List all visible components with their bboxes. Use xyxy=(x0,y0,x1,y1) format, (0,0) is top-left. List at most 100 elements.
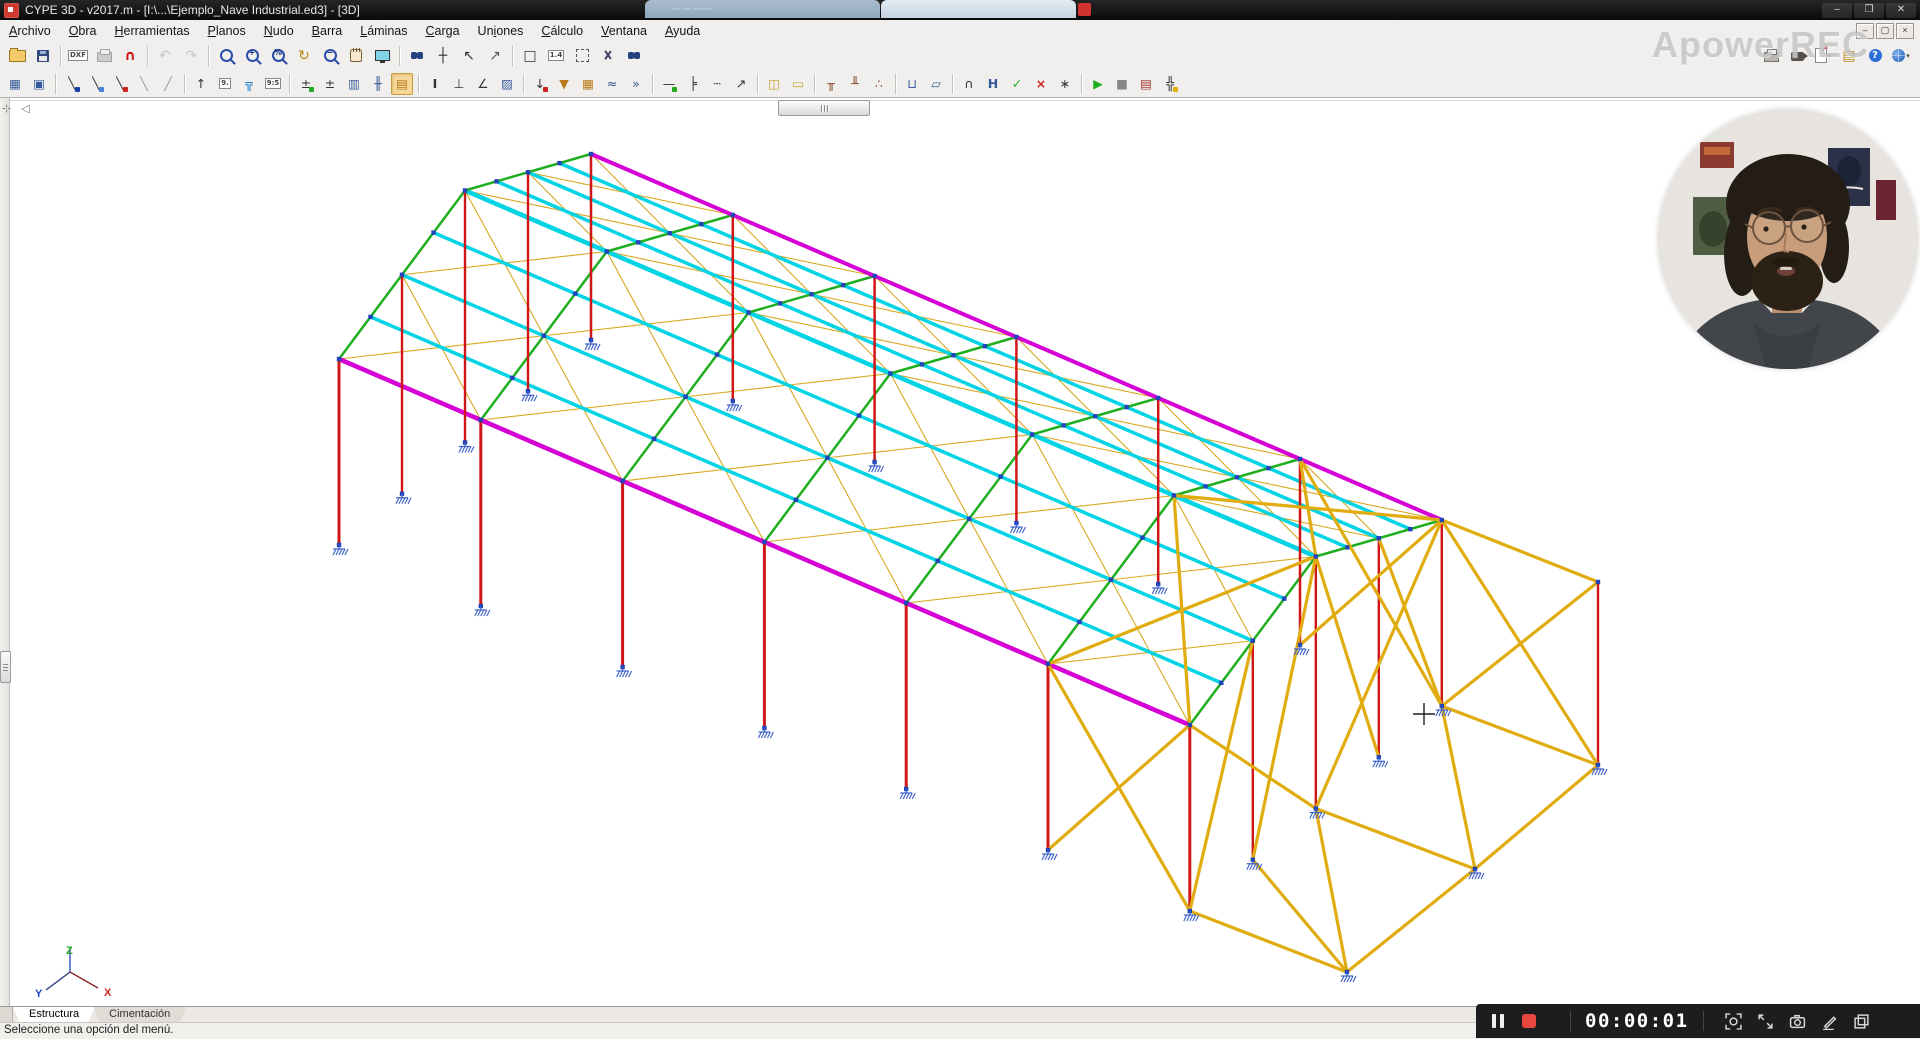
foundation-icon[interactable]: ⊔ xyxy=(901,73,923,95)
new-bar-icon[interactable]: ╲ xyxy=(61,73,83,95)
restore-button[interactable]: ❒ xyxy=(1854,3,1884,18)
panel-grid-icon[interactable]: ▥ xyxy=(343,73,365,95)
ortho-window-icon[interactable]: □ xyxy=(518,44,542,68)
describe-profile-icon[interactable]: I xyxy=(424,73,446,95)
menu-calculo[interactable]: Cálculo xyxy=(532,21,592,41)
app-icon xyxy=(4,3,19,18)
tab-estructura[interactable]: Estructura xyxy=(13,1007,95,1023)
load-line-icon[interactable]: ▼ xyxy=(553,73,575,95)
union-base-icon[interactable]: ╨ xyxy=(844,73,866,95)
zoom-window-icon[interactable] xyxy=(214,44,238,68)
menu-nudo[interactable]: Nudo xyxy=(255,21,303,41)
material-icon[interactable]: ▨ xyxy=(496,73,518,95)
stop-gray-icon[interactable]: ■ xyxy=(1111,73,1133,95)
top-view-icon[interactable]: ▦ xyxy=(4,73,26,95)
menu-laminas[interactable]: Láminas xyxy=(351,21,416,41)
cut-scissors-icon[interactable] xyxy=(596,44,620,68)
load-point-icon[interactable]: ↓ xyxy=(529,73,551,95)
full-screen-icon[interactable] xyxy=(370,44,394,68)
tab-cimentacion[interactable]: Cimentación xyxy=(93,1007,186,1023)
join-bar-icon[interactable]: ╱ xyxy=(157,73,179,95)
buckling-icon[interactable]: ╫ xyxy=(367,73,389,95)
check-ok-icon[interactable]: ✓ xyxy=(1006,73,1028,95)
local-axes-icon[interactable]: ↗ xyxy=(730,73,752,95)
selection-box-icon[interactable] xyxy=(570,44,594,68)
back-arrow-icon[interactable]: ◁ xyxy=(21,102,29,115)
node-ratio-icon[interactable]: 9:5 xyxy=(262,73,284,95)
h-profile-icon[interactable]: H xyxy=(982,73,1004,95)
mdi-close-button[interactable]: × xyxy=(1896,23,1914,39)
stop-button[interactable] xyxy=(1522,1014,1536,1028)
web-globe-icon[interactable]: ▾ xyxy=(1889,44,1913,68)
menu-herramientas[interactable]: Herramientas xyxy=(106,21,199,41)
move-view-icon[interactable]: ┼ xyxy=(431,44,455,68)
load-surface-icon[interactable]: ▦ xyxy=(577,73,599,95)
find-binoculars-icon[interactable] xyxy=(405,44,429,68)
menu-carga[interactable]: Carga xyxy=(416,21,468,41)
rotate-profile-icon[interactable]: ∠ xyxy=(472,73,494,95)
menu-uniones[interactable]: Uniones xyxy=(469,21,533,41)
svg-text:X: X xyxy=(104,987,112,999)
node-bind-icon[interactable]: ╦ xyxy=(238,73,260,95)
zoom-out-icon[interactable]: − xyxy=(318,44,342,68)
menu-planos[interactable]: Planos xyxy=(199,21,255,41)
red-magnet-icon[interactable]: ∩ xyxy=(118,44,142,68)
dimensions-icon[interactable]: 1.4 xyxy=(544,44,568,68)
report-sheet-icon[interactable]: ▤ xyxy=(1135,73,1157,95)
screenshot-camera-icon[interactable] xyxy=(1787,1010,1809,1032)
pan-hand-icon[interactable] xyxy=(344,44,368,68)
options-star-icon[interactable]: ∗ xyxy=(1054,73,1076,95)
undo-icon[interactable]: ↶ xyxy=(153,44,177,68)
fix-exterior-icon[interactable]: ± xyxy=(319,73,341,95)
calculate-x-icon[interactable]: × xyxy=(1030,73,1052,95)
load-strip-icon[interactable]: ≈ xyxy=(601,73,623,95)
hinge-icon[interactable]: — xyxy=(658,73,680,95)
arc-tool-icon[interactable]: ∩ xyxy=(958,73,980,95)
menu-obra[interactable]: Obra xyxy=(60,21,106,41)
union-top-icon[interactable]: ╥ xyxy=(820,73,842,95)
structure-3d-wireframe[interactable] xyxy=(0,97,1920,1006)
stiffener-icon[interactable]: ╞ xyxy=(682,73,704,95)
base-plates-icon[interactable]: ▱ xyxy=(925,73,947,95)
print-icon[interactable] xyxy=(92,44,116,68)
mdi-restore-button[interactable]: ▢ xyxy=(1876,23,1894,39)
zoom-extents-icon[interactable]: + xyxy=(240,44,264,68)
describe-disposition-icon[interactable]: ▤ xyxy=(391,73,413,95)
layers-window-icon[interactable]: ▣ xyxy=(28,73,50,95)
measure-line-icon[interactable]: ↗ xyxy=(483,44,507,68)
close-button[interactable]: ✕ xyxy=(1886,3,1916,18)
select-cursor-icon[interactable]: ↖ xyxy=(457,44,481,68)
union-bolts-icon[interactable]: ∴ xyxy=(868,73,890,95)
delete-bar-icon[interactable]: ╲ xyxy=(109,73,131,95)
menu-barra[interactable]: Barra xyxy=(303,21,352,41)
annotate-pen-icon[interactable] xyxy=(1819,1010,1841,1032)
menu-archivo[interactable]: Archivo xyxy=(0,21,60,41)
menu-ventana[interactable]: Ventana xyxy=(592,21,656,41)
minimize-button[interactable]: – xyxy=(1822,3,1852,18)
model-viewport[interactable]: ⊹ ◁ ZYX xyxy=(0,97,1920,1006)
pin-node-icon[interactable]: ↑ xyxy=(190,73,212,95)
color-grid-icon[interactable]: ╬ xyxy=(1159,73,1181,95)
search-binoculars-icon[interactable] xyxy=(622,44,646,68)
menu-ayuda[interactable]: Ayuda xyxy=(656,21,709,41)
zoom-percent-icon[interactable]: % xyxy=(266,44,290,68)
new-bar-node-icon[interactable]: ╲ xyxy=(85,73,107,95)
save-file-icon[interactable] xyxy=(31,44,55,68)
profile-base-icon[interactable]: ⊥ xyxy=(448,73,470,95)
import-dxf-icon[interactable]: DXF xyxy=(66,44,90,68)
load-mobile-icon[interactable]: » xyxy=(625,73,647,95)
divide-bar-icon[interactable]: ╲ xyxy=(133,73,155,95)
tie-rod-icon[interactable]: ┄ xyxy=(706,73,728,95)
record-region-icon[interactable] xyxy=(1723,1010,1745,1032)
section-sheet-icon[interactable]: ◫ xyxy=(763,73,785,95)
section-plate-icon[interactable]: ▭ xyxy=(787,73,809,95)
pause-button[interactable] xyxy=(1492,1014,1504,1028)
fix-interior-icon[interactable]: ± xyxy=(295,73,317,95)
open-file-icon[interactable] xyxy=(5,44,29,68)
collapse-icon[interactable] xyxy=(1755,1010,1777,1032)
redraw-icon[interactable]: ↻ xyxy=(292,44,316,68)
play-green-icon[interactable]: ▶ xyxy=(1087,73,1109,95)
windows-layers-icon[interactable] xyxy=(1851,1010,1873,1032)
redo-icon[interactable]: ↷ xyxy=(179,44,203,68)
node-labels-icon[interactable]: 9. xyxy=(214,73,236,95)
